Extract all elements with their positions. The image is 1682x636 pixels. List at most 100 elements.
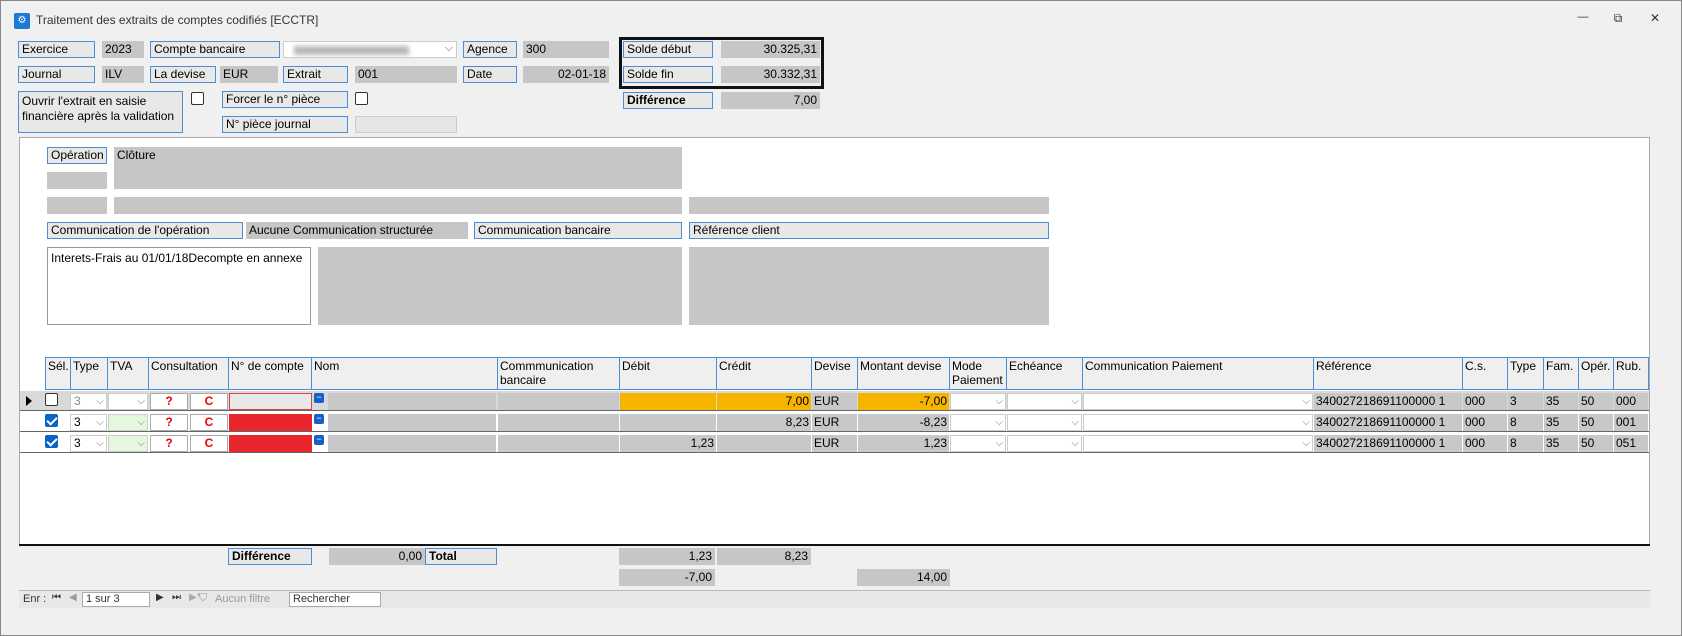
minus-icon[interactable]: − xyxy=(314,414,324,424)
type-select[interactable]: 3 ⌵ xyxy=(70,435,107,452)
credit-cell[interactable]: 8,23 xyxy=(717,414,811,431)
comm-paiement-select[interactable]: ⌵ xyxy=(1083,435,1313,452)
montant-cell[interactable]: -8,23 xyxy=(858,414,949,431)
nom-cell[interactable] xyxy=(328,414,496,431)
col-nom: Nom xyxy=(311,357,498,390)
consult-c-button[interactable]: C xyxy=(190,435,228,452)
echeance-select[interactable]: ⌵ xyxy=(1007,435,1082,452)
first-record-icon[interactable]: ⏮ xyxy=(52,592,61,603)
montant-cell[interactable]: 1,23 xyxy=(858,435,949,452)
col-montant-devise: Montant devise xyxy=(857,357,950,390)
echeance-select[interactable]: ⌵ xyxy=(1007,414,1082,431)
comm-paiement-select[interactable]: ⌵ xyxy=(1083,414,1313,431)
comm-bancaire-label: Communication bancaire xyxy=(474,222,682,239)
chevron-down-icon: ⌵ xyxy=(96,396,104,407)
ouvrir-extrait-checkbox[interactable] xyxy=(191,92,204,105)
exercice-value[interactable]: 2023 xyxy=(102,41,144,58)
minus-icon[interactable]: − xyxy=(314,435,324,445)
filter-status[interactable]: Aucun filtre xyxy=(215,593,270,605)
row-select-checkbox[interactable] xyxy=(45,393,58,406)
next-record-icon[interactable]: ▶ xyxy=(156,592,164,603)
table-row[interactable]: 3 ⌵ ⌵ ? C − 8,23 EUR -8,23 ⌵ ⌵ ⌵ 34002721… xyxy=(20,412,1649,432)
consult-question-button[interactable]: ? xyxy=(150,414,188,431)
solde-fin-value: 30.332,31 xyxy=(721,66,820,83)
record-position-input[interactable]: 1 sur 3 xyxy=(82,592,150,607)
npiece-journal-input[interactable] xyxy=(355,116,457,133)
comm-operation-textarea[interactable]: Interets-Frais au 01/01/18Decompte en an… xyxy=(47,247,311,325)
fam-cell: 35 xyxy=(1544,435,1578,452)
row-select-checkbox[interactable] xyxy=(45,435,58,448)
ncompte-cell[interactable] xyxy=(229,414,312,431)
col-sel: Sél. xyxy=(45,357,71,390)
journal-value[interactable]: ILV xyxy=(102,66,144,83)
col-rub: Rub. xyxy=(1613,357,1649,390)
type-select[interactable]: 3 ⌵ xyxy=(70,414,107,431)
tva-select[interactable]: ⌵ xyxy=(108,393,148,410)
npiece-journal-label: N° pièce journal xyxy=(222,116,348,133)
table-row[interactable]: 3 ⌵ ⌵ ? C − 1,23 EUR 1,23 ⌵ ⌵ ⌵ 340027218… xyxy=(20,433,1649,453)
chevron-down-icon: ⌵ xyxy=(995,438,1003,449)
debit-cell[interactable]: 1,23 xyxy=(620,435,716,452)
ncompte-cell[interactable] xyxy=(229,393,312,410)
blurred-account-value xyxy=(294,46,409,55)
type-select[interactable]: 3 ⌵ xyxy=(70,393,107,410)
consult-question-button[interactable]: ? xyxy=(150,393,188,410)
comm-paiement-select[interactable]: ⌵ xyxy=(1083,393,1313,410)
echeance-select[interactable]: ⌵ xyxy=(1007,393,1082,410)
credit-cell[interactable]: 7,00 xyxy=(717,393,811,410)
ncompte-cell[interactable] xyxy=(229,435,312,452)
minus-icon[interactable]: − xyxy=(314,393,324,403)
last-record-icon[interactable]: ⏭ xyxy=(172,592,181,603)
nom-cell[interactable] xyxy=(328,393,496,410)
devise-cell: EUR xyxy=(812,414,857,431)
row-select-checkbox[interactable] xyxy=(45,414,58,427)
exercice-label: Exercice xyxy=(18,41,95,58)
detail-extra-2 xyxy=(114,197,682,214)
debit-cell[interactable] xyxy=(620,393,716,410)
chevron-down-icon: ⌵ xyxy=(137,396,145,407)
agence-label: Agence xyxy=(463,41,517,58)
table-row[interactable]: 3 ⌵ ⌵ ? C − 7,00 EUR -7,00 ⌵ ⌵ ⌵ 34002721… xyxy=(20,391,1649,411)
tva-select[interactable]: ⌵ xyxy=(108,414,148,431)
search-input[interactable]: Rechercher xyxy=(289,592,381,607)
consult-c-button[interactable]: C xyxy=(190,393,228,410)
ouvrir-extrait-label: Ouvrir l'extrait en saisie financière ap… xyxy=(18,91,183,133)
devise-label: La devise xyxy=(150,66,216,83)
extrait-value[interactable]: 001 xyxy=(355,66,457,83)
record-nav-bar: Enr : ⏮ ◀ 1 sur 3 ▶ ⏭ ▶* ⛉ Aucun filtre … xyxy=(19,590,1650,608)
chevron-down-icon: ⌵ xyxy=(137,417,145,428)
minimize-button[interactable]: — xyxy=(1573,11,1593,23)
solde-debut-value: 30.325,31 xyxy=(721,41,820,58)
type2-cell: 3 xyxy=(1508,393,1543,410)
chevron-down-icon: ⌵ xyxy=(1071,417,1079,428)
difference-label: Différence xyxy=(623,92,713,109)
montant-cell[interactable]: -7,00 xyxy=(858,393,949,410)
date-value[interactable]: 02-01-18 xyxy=(523,66,609,83)
devise-cell: EUR xyxy=(812,435,857,452)
chevron-down-icon: ⌵ xyxy=(1302,396,1310,407)
compte-bancaire-select[interactable]: ⌵ xyxy=(283,41,457,58)
tva-select[interactable]: ⌵ xyxy=(108,435,148,452)
mode-paiement-select[interactable]: ⌵ xyxy=(950,393,1006,410)
oper-cell: 50 xyxy=(1579,435,1613,452)
prev-record-icon[interactable]: ◀ xyxy=(69,592,77,603)
debit-cell[interactable] xyxy=(620,414,716,431)
comm-structuree-box xyxy=(318,247,682,325)
close-button[interactable]: ✕ xyxy=(1645,11,1665,25)
restore-button[interactable]: ⧉ xyxy=(1608,11,1628,26)
date-label: Date xyxy=(463,66,517,83)
filter-icon[interactable]: ⛉ xyxy=(199,592,207,605)
credit-cell[interactable] xyxy=(717,435,811,452)
consult-c-button[interactable]: C xyxy=(190,414,228,431)
mode-paiement-select[interactable]: ⌵ xyxy=(950,414,1006,431)
forcer-piece-checkbox[interactable] xyxy=(355,92,368,105)
nom-cell[interactable] xyxy=(328,435,496,452)
col-consultation: Consultation xyxy=(148,357,229,390)
cs-cell: 000 xyxy=(1463,393,1507,410)
mode-paiement-select[interactable]: ⌵ xyxy=(950,435,1006,452)
consult-question-button[interactable]: ? xyxy=(150,435,188,452)
agence-value[interactable]: 300 xyxy=(523,41,609,58)
fam-cell: 35 xyxy=(1544,393,1578,410)
footer-diff-debit: -7,00 xyxy=(619,569,715,586)
devise-value[interactable]: EUR xyxy=(220,66,278,83)
